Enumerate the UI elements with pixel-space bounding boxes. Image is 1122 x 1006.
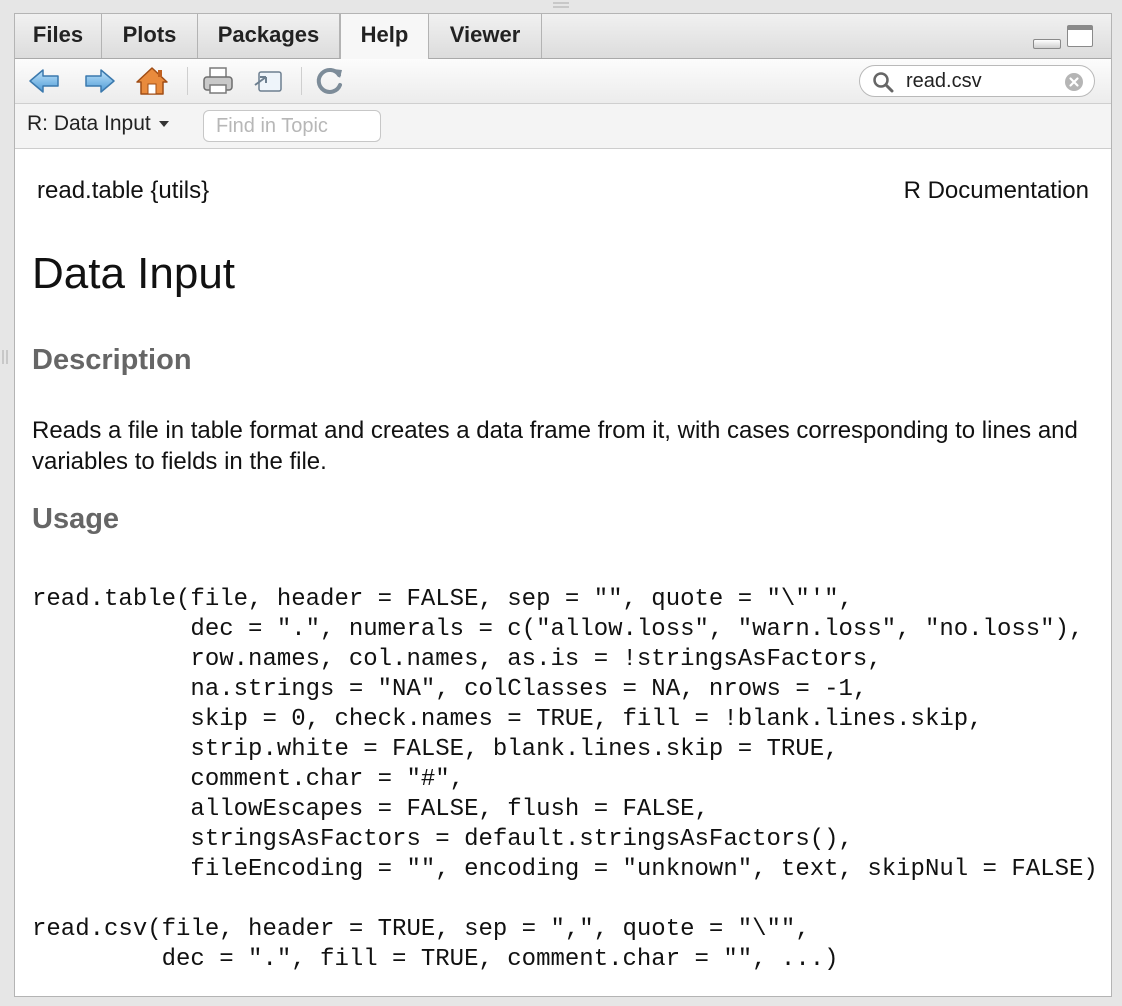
home-icon xyxy=(136,67,168,95)
print-icon xyxy=(203,67,233,94)
help-document: read.table {utils} R Documentation Data … xyxy=(15,149,1111,996)
open-external-icon xyxy=(254,71,282,92)
forward-arrow-icon xyxy=(85,69,115,93)
minimize-pane-button[interactable] xyxy=(1033,39,1061,49)
forward-button[interactable] xyxy=(83,65,117,97)
tab-packages[interactable]: Packages xyxy=(198,14,340,58)
clear-search-icon[interactable] xyxy=(1064,72,1084,92)
print-button[interactable] xyxy=(201,65,235,97)
pane-resize-grip-left[interactable] xyxy=(2,350,10,370)
topic-bar: R: Data Input xyxy=(15,104,1111,149)
usage-code-read-csv: read.csv(file, header = TRUE, sep = ",",… xyxy=(32,916,839,973)
toolbar-separator xyxy=(187,67,188,95)
help-search-box xyxy=(859,65,1095,97)
usage-code-read-table: read.table(file, header = FALSE, sep = "… xyxy=(32,586,1098,883)
doc-header-left: read.table {utils} xyxy=(37,177,210,204)
home-button[interactable] xyxy=(135,65,169,97)
help-pane: Files Plots Packages Help Viewer read.cs… xyxy=(14,13,1112,997)
back-button[interactable] xyxy=(27,65,61,97)
pane-resize-grip-top[interactable] xyxy=(553,2,569,10)
pane-tab-bar: Files Plots Packages Help Viewer xyxy=(15,14,1111,59)
tab-help[interactable]: Help xyxy=(340,14,429,59)
tab-files[interactable]: Files xyxy=(15,14,102,58)
toolbar-separator xyxy=(301,67,302,95)
find-in-topic-input[interactable] xyxy=(203,110,381,142)
tab-plots[interactable]: Plots xyxy=(102,14,198,58)
search-icon xyxy=(873,72,894,93)
description-heading: Description xyxy=(32,344,192,376)
topic-dropdown[interactable]: R: Data Input xyxy=(27,112,169,136)
tab-viewer[interactable]: Viewer xyxy=(429,14,542,58)
help-search-input[interactable] xyxy=(906,69,1056,93)
maximize-pane-button[interactable] xyxy=(1067,25,1093,47)
usage-heading: Usage xyxy=(32,503,120,535)
show-in-new-window-button[interactable] xyxy=(251,65,285,97)
help-toolbar xyxy=(15,59,1111,104)
refresh-button[interactable] xyxy=(313,65,347,97)
description-text: Reads a file in table format and creates… xyxy=(32,417,1078,475)
page-title: Data Input xyxy=(32,249,236,298)
refresh-icon xyxy=(316,67,342,94)
doc-header-right: R Documentation xyxy=(903,177,1089,204)
chevron-down-icon xyxy=(158,121,169,128)
pane-window-controls xyxy=(1033,25,1099,49)
back-arrow-icon xyxy=(29,69,59,93)
topic-dropdown-label: R: Data Input xyxy=(27,112,151,135)
